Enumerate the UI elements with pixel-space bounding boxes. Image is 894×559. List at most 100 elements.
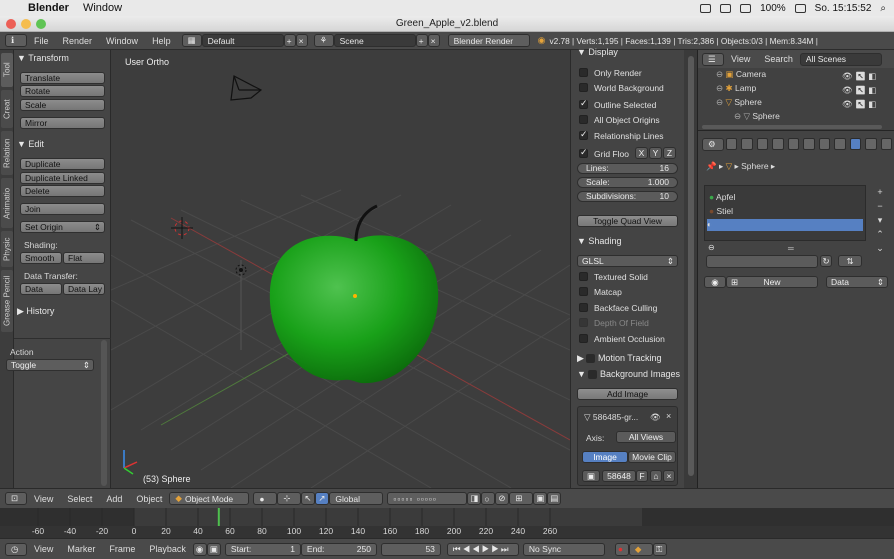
orientation-dropdown[interactable]: Global xyxy=(329,492,384,505)
set-origin-dropdown[interactable]: Set Origin ⇕ xyxy=(20,221,105,233)
pivot-dropdown[interactable]: ⊹ xyxy=(277,492,302,505)
material-tab-icon[interactable] xyxy=(849,138,861,150)
outliner-scrollbar[interactable] xyxy=(702,125,882,129)
snap-toggle-icon[interactable]: ⊘ xyxy=(495,492,510,505)
window-menu-blender[interactable]: Window xyxy=(99,36,145,46)
start-frame-field[interactable]: Start: 1 xyxy=(224,542,301,556)
outliner-item-camera[interactable]: ⊖ ▣ Camera xyxy=(716,69,766,80)
timeline-editor[interactable]: -60 -40 -20 0 20 40 60 80 100 120 140 160 180 200 220 2… xyxy=(0,508,894,538)
material-slot-apfel[interactable]: ● Apfel xyxy=(709,192,735,202)
material-link-dropdown[interactable]: Data ⇕ xyxy=(826,276,888,288)
modifiers-tab-icon[interactable] xyxy=(818,138,830,150)
timeline-editor-type-icon[interactable]: ◷ xyxy=(5,542,27,556)
physics-tab-icon[interactable] xyxy=(880,138,892,150)
scene-dropdown[interactable]: Scene xyxy=(333,34,416,47)
unlink-image-icon[interactable]: × xyxy=(663,470,675,482)
history-panel-header[interactable]: ▶ History xyxy=(17,306,54,317)
material-browse-icon[interactable]: ◉ xyxy=(704,276,726,288)
world-tab-icon[interactable] xyxy=(772,138,784,150)
window-menu[interactable]: Window xyxy=(83,2,122,14)
backface-culling-checkbox[interactable] xyxy=(579,303,588,312)
material-slot-stiel[interactable]: ● Stiel xyxy=(709,206,733,216)
3dview-editor-type-icon[interactable]: ⊡ xyxy=(5,492,27,505)
remove-scene-icon[interactable]: × xyxy=(427,34,440,47)
duplicate-linked-button[interactable]: Duplicate Linked xyxy=(20,172,105,184)
layers-tab-icon[interactable] xyxy=(741,138,753,150)
snap-element-dropdown[interactable]: ⊞ xyxy=(509,492,534,505)
volume-icon[interactable] xyxy=(740,3,752,13)
remove-bg-image-icon[interactable]: × xyxy=(666,411,671,421)
open-file-icon[interactable]: ⌂ xyxy=(650,470,662,482)
eye-icon[interactable]: 👁 xyxy=(650,412,661,423)
grid-floor-checkbox[interactable] xyxy=(579,147,588,158)
3dview-object-menu[interactable]: Object xyxy=(129,494,169,504)
mode-dropdown[interactable]: ◆ Object Mode xyxy=(169,492,250,505)
translate-manipulator-icon[interactable]: ↗ xyxy=(315,492,330,505)
object-tab-icon[interactable] xyxy=(787,138,799,150)
grid-scale-field[interactable]: Scale: 1.000 xyxy=(577,177,678,188)
axis-dropdown[interactable]: All Views xyxy=(616,431,676,443)
fake-user-button[interactable]: F xyxy=(636,470,648,482)
timeline-marker-menu[interactable]: Marker xyxy=(60,544,102,554)
scene-tab-icon[interactable] xyxy=(756,138,768,150)
constraints-tab-icon[interactable] xyxy=(803,138,815,150)
edit-panel-header[interactable]: ▼ Edit xyxy=(17,139,44,149)
material-slot-controls[interactable]: + − ▾ ⌃ ⌄ xyxy=(874,185,886,255)
add-scene-icon[interactable]: + xyxy=(415,34,428,47)
tab-relations[interactable]: Relation xyxy=(1,131,13,175)
add-layout-icon[interactable]: + xyxy=(283,34,296,47)
image-tab-button[interactable]: Image xyxy=(582,451,628,463)
material-slot-list[interactable]: ● Apfel ● Stiel ◐ xyxy=(704,185,866,241)
tab-create[interactable]: Creat xyxy=(1,90,13,128)
use-preview-range-icon[interactable]: ◉ xyxy=(192,542,207,556)
tab-physics[interactable]: Physic xyxy=(1,231,13,267)
data-button[interactable]: Data xyxy=(20,283,62,295)
delete-button[interactable]: Delete xyxy=(20,185,105,197)
3dview-view-menu[interactable]: View xyxy=(27,494,60,504)
join-button[interactable]: Join xyxy=(20,203,105,215)
grid-x-axis-toggle[interactable]: X xyxy=(635,147,648,159)
current-frame-field[interactable]: 53 xyxy=(380,542,441,556)
texture-tab-icon[interactable] xyxy=(865,138,877,150)
list-filter-toggle-icon[interactable]: ⊖ xyxy=(708,243,715,252)
layout-dropdown[interactable]: Default xyxy=(201,34,284,47)
bg-image-name[interactable]: ▽ 586485-gr... xyxy=(584,412,638,423)
lock-layers-icon[interactable]: ◨ xyxy=(467,492,482,505)
playback-controls[interactable]: ⏮◀◀▶▶⏭ xyxy=(446,542,519,556)
shading-mode-dropdown[interactable]: GLSL ⇕ xyxy=(577,255,678,267)
end-frame-field[interactable]: End: 250 xyxy=(300,542,377,556)
flat-button[interactable]: Flat xyxy=(63,252,105,264)
timeline-canvas[interactable]: -60 -40 -20 0 20 40 60 80 100 120 140 160 180 200 220 2… xyxy=(0,508,894,538)
layers-grid[interactable]: ▫▫▫▫▫ ▫▫▫▫▫ xyxy=(387,492,468,505)
pin-icon[interactable]: 📌 xyxy=(706,161,717,171)
outliner-filter-dropdown[interactable]: All Scenes xyxy=(799,52,882,66)
properties-region-scrollbar[interactable] xyxy=(684,50,698,488)
depth-of-field-checkbox[interactable] xyxy=(579,318,588,327)
wifi-icon[interactable] xyxy=(700,3,712,13)
clock[interactable]: So. 15:15:52 xyxy=(815,3,872,14)
render-animation-icon[interactable]: ▤ xyxy=(547,492,562,505)
shading-panel-header[interactable]: ▼ Shading xyxy=(577,236,621,246)
editor-type-icon[interactable]: ℹ xyxy=(5,34,27,47)
grid-subdivisions-field[interactable]: Subdivisions: 10 xyxy=(577,191,678,202)
proportional-edit-icon[interactable]: ○ xyxy=(481,492,496,505)
only-render-checkbox[interactable] xyxy=(579,68,588,77)
battery-icon[interactable] xyxy=(794,3,806,13)
image-name-field[interactable]: 58648 xyxy=(602,470,636,482)
data-layout-button[interactable]: Data Lay xyxy=(63,283,105,295)
new-material-button[interactable]: ⊞ New xyxy=(726,276,818,288)
keying-set-icon[interactable]: ◆ xyxy=(628,542,653,556)
list-resize-handle[interactable]: ═ xyxy=(788,244,794,253)
add-image-button[interactable]: Add Image xyxy=(577,388,678,400)
background-images-panel-header[interactable]: ▼ Background Images xyxy=(577,369,680,380)
all-object-origins-checkbox[interactable] xyxy=(579,115,588,124)
file-menu[interactable]: File xyxy=(27,36,56,46)
scale-button[interactable]: Scale xyxy=(20,99,105,111)
timeline-view-menu[interactable]: View xyxy=(27,544,60,554)
apple-mesh[interactable] xyxy=(269,204,439,384)
sort-options-icon[interactable]: ⇅ xyxy=(838,255,862,267)
properties-editor-type-icon[interactable]: ⚙ xyxy=(702,137,724,151)
smooth-button[interactable]: Smooth xyxy=(20,252,62,264)
manipulator-toggle[interactable]: ↖ xyxy=(301,492,316,505)
toolshelf-scrollbar[interactable] xyxy=(101,340,107,486)
